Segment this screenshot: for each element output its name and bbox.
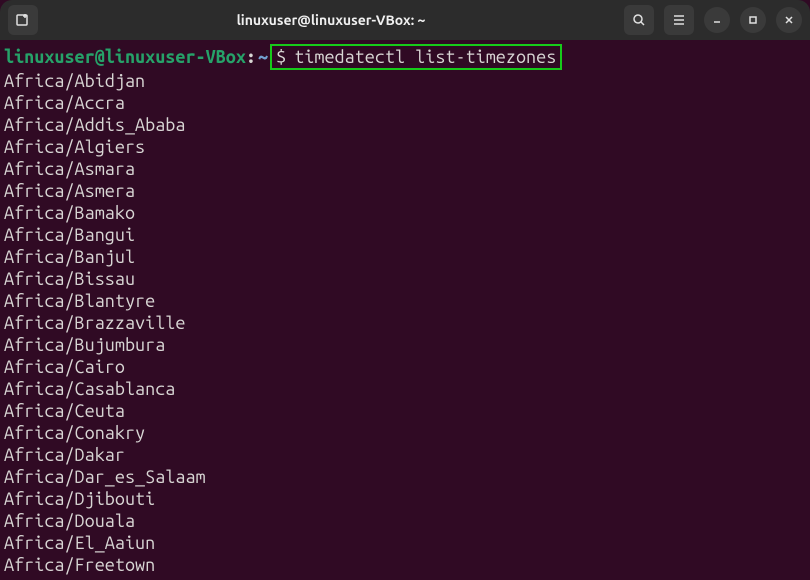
output-line: Africa/Douala xyxy=(4,510,806,532)
prompt-separator: : xyxy=(246,46,256,68)
command-text: timedatectl list-timezones xyxy=(294,46,556,68)
close-icon xyxy=(783,14,795,26)
prompt-userhost: linuxuser@linuxuser-VBox xyxy=(4,46,246,68)
new-tab-icon xyxy=(15,12,31,28)
output-line: Africa/Abidjan xyxy=(4,70,806,92)
close-button[interactable] xyxy=(776,7,802,33)
minimize-button[interactable] xyxy=(704,7,730,33)
output-line: Africa/Banjul xyxy=(4,246,806,268)
titlebar-left-controls xyxy=(8,5,38,35)
minimize-icon xyxy=(711,14,723,26)
output-line: Africa/Conakry xyxy=(4,422,806,444)
prompt-dollar: $ xyxy=(276,46,286,68)
output-line: Africa/Ceuta xyxy=(4,400,806,422)
output-line: Africa/Djibouti xyxy=(4,488,806,510)
maximize-icon xyxy=(747,14,759,26)
output-line: Africa/Freetown xyxy=(4,554,806,576)
terminal-output: Africa/AbidjanAfrica/AccraAfrica/Addis_A… xyxy=(4,70,806,576)
output-line: Africa/Bangui xyxy=(4,224,806,246)
output-line: Africa/Asmera xyxy=(4,180,806,202)
output-line: Africa/El_Aaiun xyxy=(4,532,806,554)
output-line: Africa/Accra xyxy=(4,92,806,114)
menu-button[interactable] xyxy=(664,5,694,35)
search-icon xyxy=(632,13,646,27)
output-line: Africa/Cairo xyxy=(4,356,806,378)
titlebar-right-controls xyxy=(624,5,802,35)
output-line: Africa/Bamako xyxy=(4,202,806,224)
output-line: Africa/Asmara xyxy=(4,158,806,180)
output-line: Africa/Dakar xyxy=(4,444,806,466)
prompt-line: linuxuser@linuxuser-VBox: ~ $ timedatect… xyxy=(4,44,806,70)
output-line: Africa/Blantyre xyxy=(4,290,806,312)
maximize-button[interactable] xyxy=(740,7,766,33)
new-tab-button[interactable] xyxy=(8,5,38,35)
terminal-body[interactable]: linuxuser@linuxuser-VBox: ~ $ timedatect… xyxy=(0,40,810,580)
output-line: Africa/Algiers xyxy=(4,136,806,158)
prompt-path: ~ xyxy=(258,46,268,68)
output-line: Africa/Dar_es_Salaam xyxy=(4,466,806,488)
output-line: Africa/Bujumbura xyxy=(4,334,806,356)
output-line: Africa/Brazzaville xyxy=(4,312,806,334)
window-title: linuxuser@linuxuser-VBox: ~ xyxy=(38,12,624,28)
search-button[interactable] xyxy=(624,5,654,35)
output-line: Africa/Addis_Ababa xyxy=(4,114,806,136)
hamburger-icon xyxy=(672,13,686,27)
output-line: Africa/Bissau xyxy=(4,268,806,290)
command-highlight-box: $ timedatectl list-timezones xyxy=(270,44,562,70)
window-titlebar: linuxuser@linuxuser-VBox: ~ xyxy=(0,0,810,40)
output-line: Africa/Casablanca xyxy=(4,378,806,400)
